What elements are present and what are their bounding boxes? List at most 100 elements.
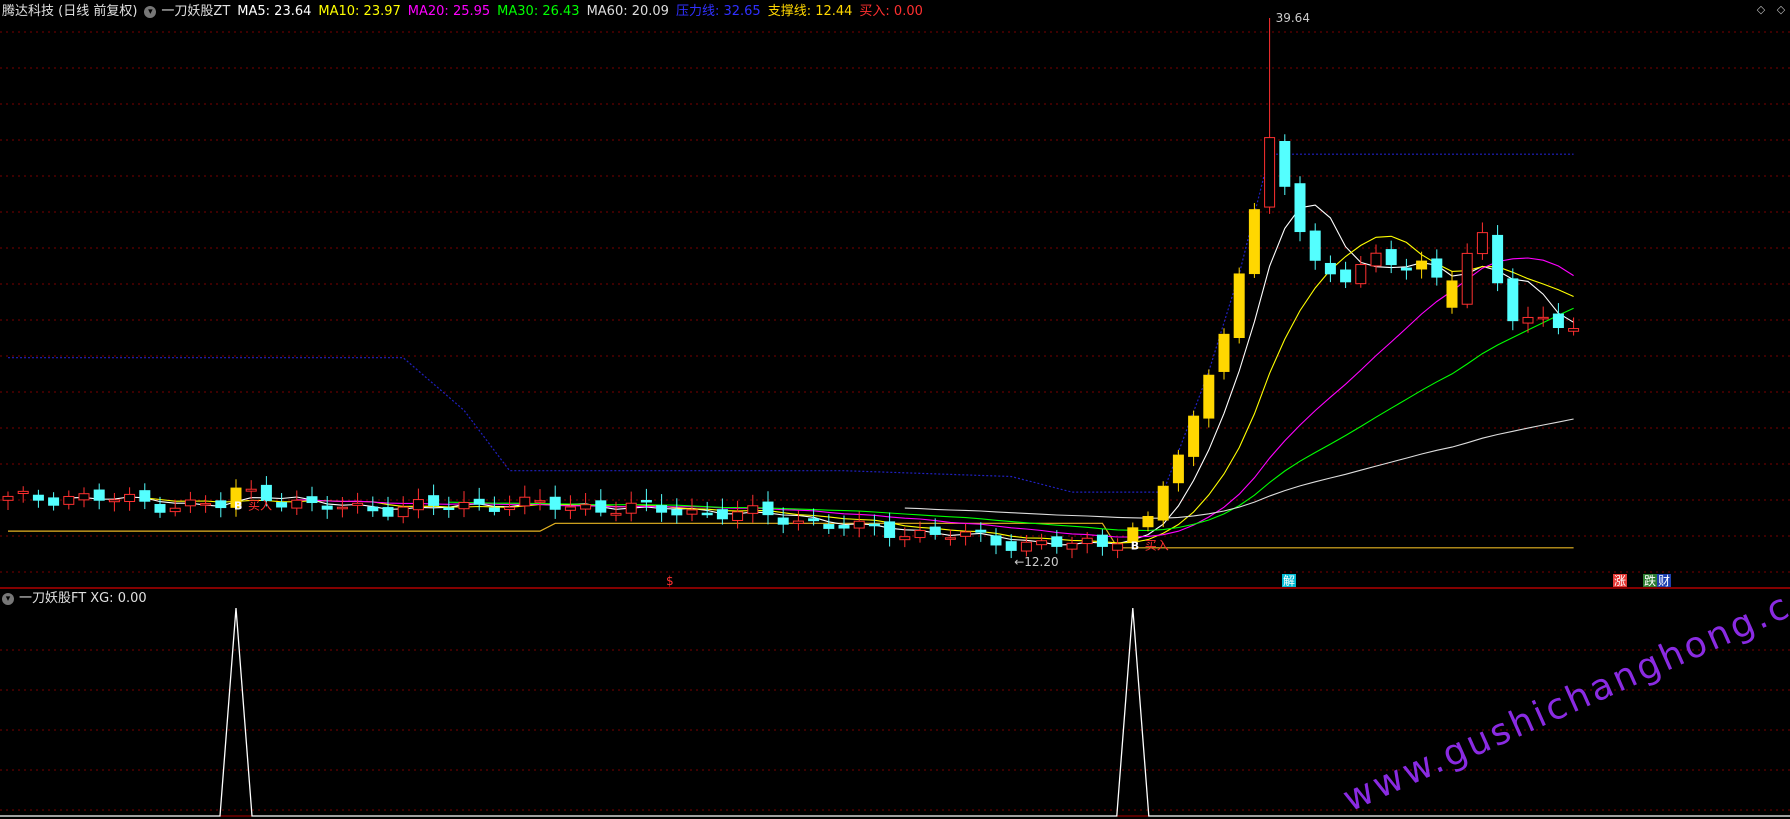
candle[interactable] [1248, 202, 1260, 278]
candle[interactable] [686, 498, 698, 522]
candle[interactable] [78, 487, 90, 508]
candle[interactable] [428, 484, 440, 516]
candle[interactable] [63, 490, 75, 510]
candle[interactable] [1233, 267, 1245, 344]
candle-body [93, 489, 105, 501]
candle[interactable] [1203, 369, 1215, 428]
candle[interactable] [549, 485, 561, 519]
candle[interactable] [656, 494, 668, 522]
candle[interactable] [1324, 255, 1336, 283]
indicator-name[interactable]: 一刀妖股ZT [161, 2, 230, 22]
candle-body [747, 505, 759, 514]
candle-body [215, 500, 227, 509]
candle[interactable] [960, 523, 972, 546]
event-marker[interactable]: 解 [1282, 574, 1296, 588]
candle[interactable] [747, 494, 759, 523]
candle[interactable] [1188, 410, 1200, 467]
window-button-icon[interactable]: ◇ [1755, 4, 1767, 16]
candle[interactable] [1400, 258, 1412, 280]
candle[interactable] [1051, 530, 1063, 554]
collapse-toggle-icon[interactable]: ▾ [2, 593, 14, 605]
candle[interactable] [777, 507, 789, 534]
candle-body [428, 495, 440, 506]
candle[interactable] [306, 486, 318, 512]
candle[interactable] [1370, 244, 1382, 273]
candle[interactable] [1172, 449, 1184, 492]
candle[interactable] [519, 485, 531, 515]
candle[interactable] [139, 483, 151, 510]
event-marker[interactable]: $ [666, 574, 674, 588]
support-line-value: 支撑线: 12.44 [767, 4, 853, 19]
candle-body [1324, 262, 1336, 275]
candle[interactable] [321, 496, 333, 519]
candle[interactable] [716, 498, 728, 525]
candle[interactable] [1142, 511, 1154, 532]
sub-indicator-name[interactable]: 一刀妖股FT [19, 589, 86, 609]
candle[interactable] [671, 498, 683, 524]
candle[interactable] [473, 487, 485, 511]
stock-chart[interactable]: 39.64 ←12.20 B 买入 B 买入 $ 解 涨 跌财 www.gushichangho… [0, 0, 1790, 819]
candle[interactable] [276, 493, 288, 512]
candle[interactable] [184, 491, 196, 513]
candle[interactable] [412, 488, 424, 519]
candle[interactable] [1461, 243, 1473, 309]
candle[interactable] [944, 529, 956, 546]
event-markers[interactable]: $ 解 涨 跌财 [666, 573, 1671, 588]
candle[interactable] [1218, 328, 1230, 380]
candle[interactable] [1431, 249, 1443, 286]
candle[interactable] [1446, 271, 1458, 314]
candle[interactable] [48, 492, 60, 511]
candle[interactable] [1385, 240, 1397, 274]
candle[interactable] [853, 511, 865, 538]
candle[interactable] [1552, 303, 1564, 335]
candle[interactable] [868, 514, 880, 536]
candle[interactable] [1264, 18, 1276, 214]
candle[interactable] [1355, 256, 1367, 288]
ma60-line [904, 418, 1574, 519]
collapse-toggle-icon[interactable]: ▾ [144, 6, 157, 18]
candle[interactable] [93, 483, 105, 510]
candle[interactable] [914, 521, 926, 543]
candle[interactable] [564, 495, 576, 519]
candle-body [1112, 543, 1124, 551]
candle[interactable] [108, 492, 120, 512]
xg-value: XG: 0.00 [90, 591, 147, 606]
candle[interactable] [291, 490, 303, 515]
candle[interactable] [1340, 261, 1352, 289]
event-marker-text: 跌 [1644, 573, 1656, 588]
candle[interactable] [32, 489, 44, 508]
event-marker[interactable]: 涨 [1613, 573, 1627, 588]
candle[interactable] [1157, 481, 1169, 528]
candle[interactable] [352, 492, 364, 514]
candle[interactable] [367, 496, 379, 517]
candle[interactable] [1279, 134, 1291, 196]
candle[interactable] [580, 492, 592, 516]
window-button-icon[interactable]: ◇ [1775, 4, 1787, 16]
candle[interactable] [1476, 222, 1488, 260]
candle[interactable] [1492, 225, 1504, 292]
candle-body [17, 490, 29, 495]
candle[interactable] [732, 500, 744, 529]
candle[interactable] [762, 491, 774, 525]
candle[interactable] [1294, 176, 1306, 242]
candle[interactable] [534, 489, 546, 511]
candle[interactable] [1309, 223, 1321, 270]
candle[interactable] [1096, 529, 1108, 556]
candlesticks[interactable] [2, 18, 1580, 559]
ma30-line [448, 307, 1574, 532]
candle[interactable] [245, 480, 257, 500]
candle[interactable] [595, 489, 607, 517]
candle[interactable] [2, 491, 14, 511]
candle[interactable] [792, 510, 804, 531]
event-marker[interactable]: 跌 [1643, 573, 1657, 588]
candle[interactable] [458, 491, 470, 518]
event-marker[interactable]: 财 [1657, 574, 1671, 588]
candle[interactable] [990, 528, 1002, 555]
candle[interactable] [397, 496, 409, 524]
candle[interactable] [336, 497, 348, 518]
candle[interactable] [625, 491, 637, 522]
candle[interactable] [215, 492, 227, 518]
candle[interactable] [124, 487, 136, 511]
candle[interactable] [200, 495, 212, 513]
candle[interactable] [1416, 251, 1428, 279]
